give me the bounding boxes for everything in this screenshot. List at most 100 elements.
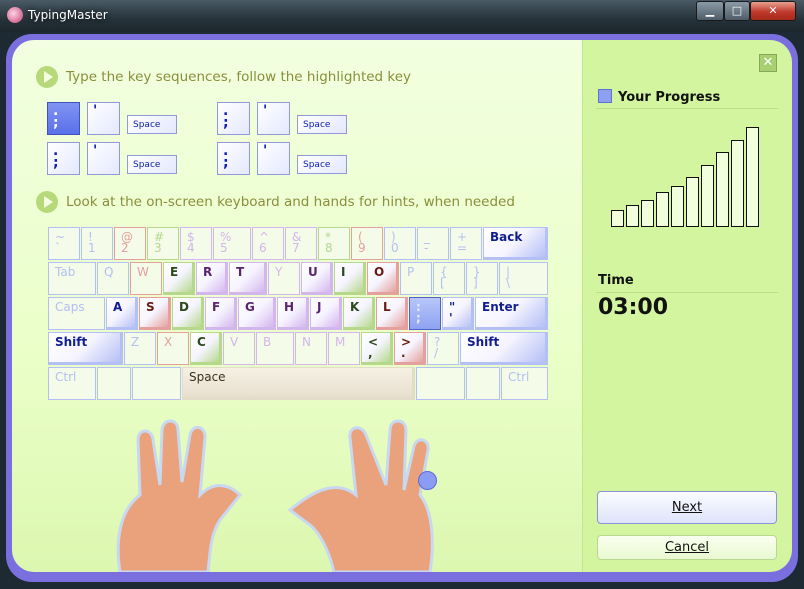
next-button[interactable]: Next bbox=[597, 491, 777, 524]
key-z[interactable]: Z bbox=[124, 332, 156, 365]
instruction-text: Look at the on-screen keyboard and hands… bbox=[66, 194, 515, 210]
sequence-key: . ; bbox=[217, 142, 250, 175]
progress-bar bbox=[641, 200, 654, 227]
sequence-key-space: Space bbox=[127, 115, 177, 134]
progress-bar bbox=[686, 177, 699, 227]
key-#3[interactable]: # 3 bbox=[147, 227, 179, 260]
key-@2[interactable]: @ 2 bbox=[114, 227, 146, 260]
sequence-key: ' bbox=[257, 102, 290, 135]
key-!1[interactable]: ! 1 bbox=[81, 227, 113, 260]
instruction-2: Look at the on-screen keyboard and hands… bbox=[36, 191, 515, 213]
sequence-key-space: Space bbox=[297, 115, 347, 134]
progress-bar bbox=[716, 152, 729, 227]
progress-bar bbox=[746, 127, 759, 227]
key-g[interactable]: G bbox=[238, 297, 276, 330]
key-shift[interactable]: Shift bbox=[460, 332, 548, 365]
key-<,[interactable]: < , bbox=[361, 332, 393, 365]
key-)0[interactable]: ) 0 bbox=[384, 227, 416, 260]
key-shift[interactable]: Shift bbox=[48, 332, 123, 365]
close-button[interactable]: ✕ bbox=[759, 54, 777, 72]
key-n[interactable]: N bbox=[295, 332, 327, 365]
key-k[interactable]: K bbox=[343, 297, 375, 330]
key-blank[interactable] bbox=[416, 367, 465, 400]
key-r[interactable]: R bbox=[196, 262, 228, 295]
instruction-text: Type the key sequences, follow the highl… bbox=[66, 69, 412, 85]
sequence-key: . ; bbox=[217, 102, 250, 135]
key-&7[interactable]: & 7 bbox=[285, 227, 317, 260]
key-x[interactable]: X bbox=[157, 332, 189, 365]
key-"'[interactable]: " ' bbox=[442, 297, 474, 330]
key-ctrl[interactable]: Ctrl bbox=[48, 367, 96, 400]
key-back[interactable]: Back bbox=[483, 227, 548, 260]
time-value: 03:00 bbox=[598, 295, 669, 320]
key-c[interactable]: C bbox=[190, 332, 222, 365]
cancel-button[interactable]: Cancel bbox=[597, 535, 777, 560]
key-d[interactable]: D bbox=[172, 297, 204, 330]
key-w[interactable]: W bbox=[130, 262, 162, 295]
app-icon bbox=[7, 7, 23, 23]
sequence-key: . ; bbox=[47, 142, 80, 175]
progress-bar bbox=[671, 186, 684, 227]
key-(9[interactable]: ( 9 bbox=[351, 227, 383, 260]
key-$4[interactable]: $ 4 bbox=[180, 227, 212, 260]
key-+=[interactable]: + = bbox=[450, 227, 482, 260]
key-t[interactable]: T bbox=[229, 262, 267, 295]
key-f[interactable]: F bbox=[205, 297, 237, 330]
key-%5[interactable]: % 5 bbox=[213, 227, 251, 260]
key-enter[interactable]: Enter bbox=[475, 297, 548, 330]
play-icon bbox=[36, 191, 58, 213]
key-:;[interactable]: : ; bbox=[409, 297, 441, 330]
key-tab[interactable]: Tab bbox=[48, 262, 96, 295]
key-?/[interactable]: ? / bbox=[427, 332, 459, 365]
key-space[interactable]: Space bbox=[182, 367, 415, 400]
sequence-key: ' bbox=[257, 142, 290, 175]
close-window-button[interactable]: ✕ bbox=[750, 1, 796, 21]
hands-illustration bbox=[116, 419, 434, 572]
play-icon bbox=[36, 66, 58, 88]
key-i[interactable]: I bbox=[334, 262, 366, 295]
title-bar: TypingMaster ▁ □ ✕ bbox=[0, 0, 804, 32]
key-blank[interactable] bbox=[132, 367, 181, 400]
key-v[interactable]: V bbox=[223, 332, 255, 365]
key-^6[interactable]: ^ 6 bbox=[252, 227, 284, 260]
key-a[interactable]: A bbox=[106, 297, 138, 330]
key-m[interactable]: M bbox=[328, 332, 360, 365]
finger-indicator bbox=[418, 471, 437, 490]
key-}][interactable]: } ] bbox=[466, 262, 498, 295]
instruction-1: Type the key sequences, follow the highl… bbox=[36, 66, 411, 88]
key-h[interactable]: H bbox=[277, 297, 309, 330]
window-title: TypingMaster bbox=[28, 8, 108, 22]
key-s[interactable]: S bbox=[139, 297, 171, 330]
key-j[interactable]: J bbox=[310, 297, 342, 330]
key-b[interactable]: B bbox=[256, 332, 294, 365]
key-ctrl[interactable]: Ctrl bbox=[501, 367, 548, 400]
key-*8[interactable]: * 8 bbox=[318, 227, 350, 260]
key-q[interactable]: Q bbox=[97, 262, 129, 295]
divider bbox=[596, 108, 778, 109]
key-caps[interactable]: Caps bbox=[48, 297, 105, 330]
key-blank[interactable] bbox=[97, 367, 131, 400]
key-_-[interactable]: _ - bbox=[417, 227, 449, 260]
key-y[interactable]: Y bbox=[268, 262, 300, 295]
key-o[interactable]: O bbox=[367, 262, 399, 295]
sequence-key: ' bbox=[87, 102, 120, 135]
progress-bar bbox=[656, 192, 669, 227]
key-{[[interactable]: { [ bbox=[433, 262, 465, 295]
sequence-key: . ; bbox=[47, 102, 80, 135]
sequence-key-space: Space bbox=[127, 155, 177, 174]
key->.[interactable]: > . bbox=[394, 332, 426, 365]
progress-bar bbox=[731, 140, 744, 227]
key-p[interactable]: P bbox=[400, 262, 432, 295]
minimize-button[interactable]: ▁ bbox=[696, 1, 724, 21]
maximize-button[interactable]: □ bbox=[724, 1, 750, 21]
key-e[interactable]: E bbox=[163, 262, 195, 295]
key-|\[interactable]: | \ bbox=[499, 262, 548, 295]
progress-title: Your Progress bbox=[618, 90, 721, 105]
key-~`[interactable]: ~ ` bbox=[48, 227, 80, 260]
key-l[interactable]: L bbox=[376, 297, 408, 330]
sequence-key: ' bbox=[87, 142, 120, 175]
progress-bar bbox=[626, 205, 639, 227]
progress-bar bbox=[701, 165, 714, 227]
key-u[interactable]: U bbox=[301, 262, 333, 295]
key-blank[interactable] bbox=[466, 367, 500, 400]
